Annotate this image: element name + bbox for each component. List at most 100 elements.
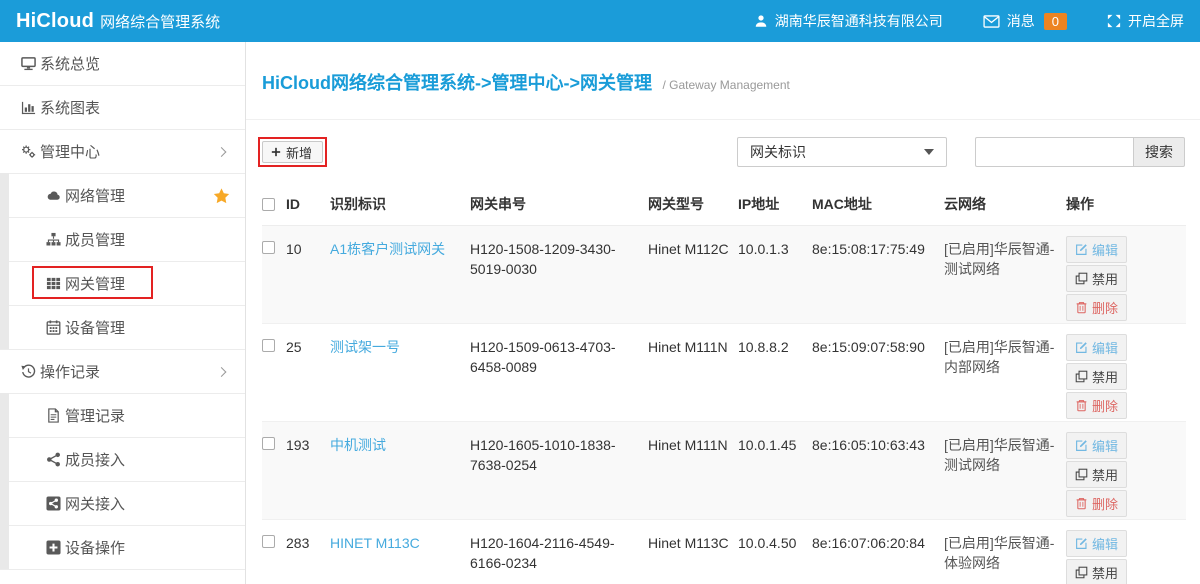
fullscreen-icon [1107, 14, 1121, 28]
column-header-mac: MAC地址 [812, 185, 944, 226]
cloud-icon [45, 188, 61, 204]
edit-button-label: 编辑 [1092, 436, 1118, 455]
gateway-name-link[interactable]: HINET M113C [330, 535, 420, 551]
edit-button[interactable]: 编辑 [1066, 334, 1127, 361]
row-checkbox[interactable] [262, 437, 275, 450]
add-gateway-button[interactable]: 新增 [262, 141, 323, 163]
disable-button-label: 禁用 [1092, 563, 1118, 582]
cell-mac: 8e:15:09:07:58:90 [812, 324, 944, 422]
top-header: HiCloud 网络综合管理系统 湖南华辰智通科技有限公司 消息 0 开启全屏 [0, 0, 1200, 42]
chevron-right-icon [217, 367, 227, 377]
grid-icon [45, 276, 61, 292]
search-button[interactable]: 搜索 [1133, 137, 1185, 167]
sidebar-item-device-operations[interactable]: 设备操作 [0, 526, 245, 570]
company-menu[interactable]: 湖南华辰智通科技有限公司 [754, 11, 943, 31]
table-row: 193 中机测试 H120-1605-1010-1838-7638-0254 H… [262, 422, 1186, 520]
file-icon [45, 408, 61, 424]
row-checkbox[interactable] [262, 339, 275, 352]
column-header-model: 网关型号 [648, 185, 738, 226]
brand-subtitle: 网络综合管理系统 [100, 11, 220, 32]
cell-serial: H120-1508-1209-3430-5019-0030 [470, 226, 648, 324]
column-header-id: ID [286, 185, 330, 226]
sidebar-item-operation-records[interactable]: 操作记录 [0, 350, 245, 394]
delete-button-label: 删除 [1092, 396, 1118, 415]
page-title: HiCloud网络综合管理系统->管理中心->网关管理 [262, 73, 652, 93]
cell-id: 25 [286, 324, 330, 422]
chevron-right-icon [217, 147, 227, 157]
sidebar-item-system-charts[interactable]: 系统图表 [0, 86, 245, 130]
envelope-icon [983, 15, 1000, 28]
disable-button[interactable]: 禁用 [1066, 363, 1127, 390]
sidebar-item-member-management[interactable]: 成员管理 [0, 218, 245, 262]
sidebar-item-device-management[interactable]: 设备管理 [0, 306, 245, 350]
user-icon [754, 14, 768, 28]
sidebar-item-label: 网关管理 [65, 273, 125, 294]
select-all-checkbox[interactable] [262, 198, 275, 211]
sidebar-item-network-management[interactable]: 网络管理 [0, 174, 245, 218]
cell-mac: 8e:16:07:06:20:84 [812, 520, 944, 584]
cell-serial: H120-1605-1010-1838-7638-0254 [470, 422, 648, 520]
cell-serial: H120-1604-2116-4549-6166-0234 [470, 520, 648, 584]
company-name: 湖南华辰智通科技有限公司 [775, 11, 943, 31]
sidebar-item-label: 管理记录 [65, 405, 125, 426]
gateway-name-link[interactable]: A1栋客户测试网关 [330, 241, 445, 257]
delete-button[interactable]: 删除 [1066, 392, 1127, 419]
chart-icon [20, 100, 36, 116]
plus-icon [271, 145, 281, 160]
messages-menu[interactable]: 消息 0 [983, 11, 1067, 31]
gears-icon [20, 144, 36, 160]
favorite-star-icon[interactable] [213, 187, 230, 204]
cell-ip: 10.8.8.2 [738, 324, 812, 422]
sidebar-item-member-access[interactable]: 成员接入 [0, 438, 245, 482]
gateway-table: ID 识别标识 网关串号 网关型号 IP地址 MAC地址 云网络 操作 10 [262, 185, 1186, 584]
sidebar-item-label: 设备管理 [65, 317, 125, 338]
column-header-network: 云网络 [944, 185, 1066, 226]
cell-model: Hinet M112C [648, 226, 738, 324]
table-header-row: ID 识别标识 网关串号 网关型号 IP地址 MAC地址 云网络 操作 [262, 185, 1186, 226]
row-checkbox[interactable] [262, 535, 275, 548]
sidebar-item-label: 系统图表 [40, 97, 100, 118]
disable-button[interactable]: 禁用 [1066, 461, 1127, 488]
cell-ip: 10.0.1.3 [738, 226, 812, 324]
cell-network: [已启用]华辰智通-体验网络 [944, 520, 1066, 584]
table-row: 25 测试架一号 H120-1509-0613-4703-6458-0089 H… [262, 324, 1186, 422]
gateway-name-link[interactable]: 测试架一号 [330, 339, 400, 355]
filter-selected-value: 网关标识 [750, 142, 806, 162]
main-content: HiCloud网络综合管理系统->管理中心->网关管理 / Gateway Ma… [246, 42, 1200, 584]
gateway-name-link[interactable]: 中机测试 [330, 437, 386, 453]
delete-button[interactable]: 删除 [1066, 490, 1127, 517]
fullscreen-toggle[interactable]: 开启全屏 [1107, 11, 1184, 31]
sidebar-item-management-center[interactable]: 管理中心 [0, 130, 245, 174]
disable-button[interactable]: 禁用 [1066, 559, 1127, 584]
sidebar-item-management-records[interactable]: 管理记录 [0, 394, 245, 438]
cell-id: 193 [286, 422, 330, 520]
edit-button[interactable]: 编辑 [1066, 236, 1127, 263]
cell-network: [已启用]华辰智通-测试网络 [944, 226, 1066, 324]
sidebar-item-gateway-access[interactable]: 网关接入 [0, 482, 245, 526]
sidebar-item-system-overview[interactable]: 系统总览 [0, 42, 245, 86]
disable-button[interactable]: 禁用 [1066, 265, 1127, 292]
table-row: 283 HINET M113C H120-1604-2116-4549-6166… [262, 520, 1186, 584]
page-subtitle: / Gateway Management [662, 78, 789, 92]
app-logo[interactable]: HiCloud 网络综合管理系统 [16, 10, 220, 33]
filter-field-select[interactable]: 网关标识 [737, 137, 947, 167]
column-header-serial: 网关串号 [470, 185, 648, 226]
sidebar-item-label: 管理中心 [40, 141, 100, 162]
cell-network: [已启用]华辰智通-内部网络 [944, 324, 1066, 422]
edit-button[interactable]: 编辑 [1066, 432, 1127, 459]
sidebar-item-gateway-management[interactable]: 网关管理 [0, 262, 245, 306]
column-header-actions: 操作 [1066, 185, 1186, 226]
search-input[interactable] [975, 137, 1133, 167]
delete-button[interactable]: 删除 [1066, 294, 1127, 321]
cell-ip: 10.0.1.45 [738, 422, 812, 520]
cell-mac: 8e:16:05:10:63:43 [812, 422, 944, 520]
cell-model: Hinet M111N [648, 422, 738, 520]
share-square-icon [45, 496, 61, 512]
cell-mac: 8e:15:08:17:75:49 [812, 226, 944, 324]
edit-button[interactable]: 编辑 [1066, 530, 1127, 557]
row-checkbox[interactable] [262, 241, 275, 254]
column-header-ip: IP地址 [738, 185, 812, 226]
cell-model: Hinet M111N [648, 324, 738, 422]
sidebar-item-label: 系统总览 [40, 53, 100, 74]
cell-id: 10 [286, 226, 330, 324]
